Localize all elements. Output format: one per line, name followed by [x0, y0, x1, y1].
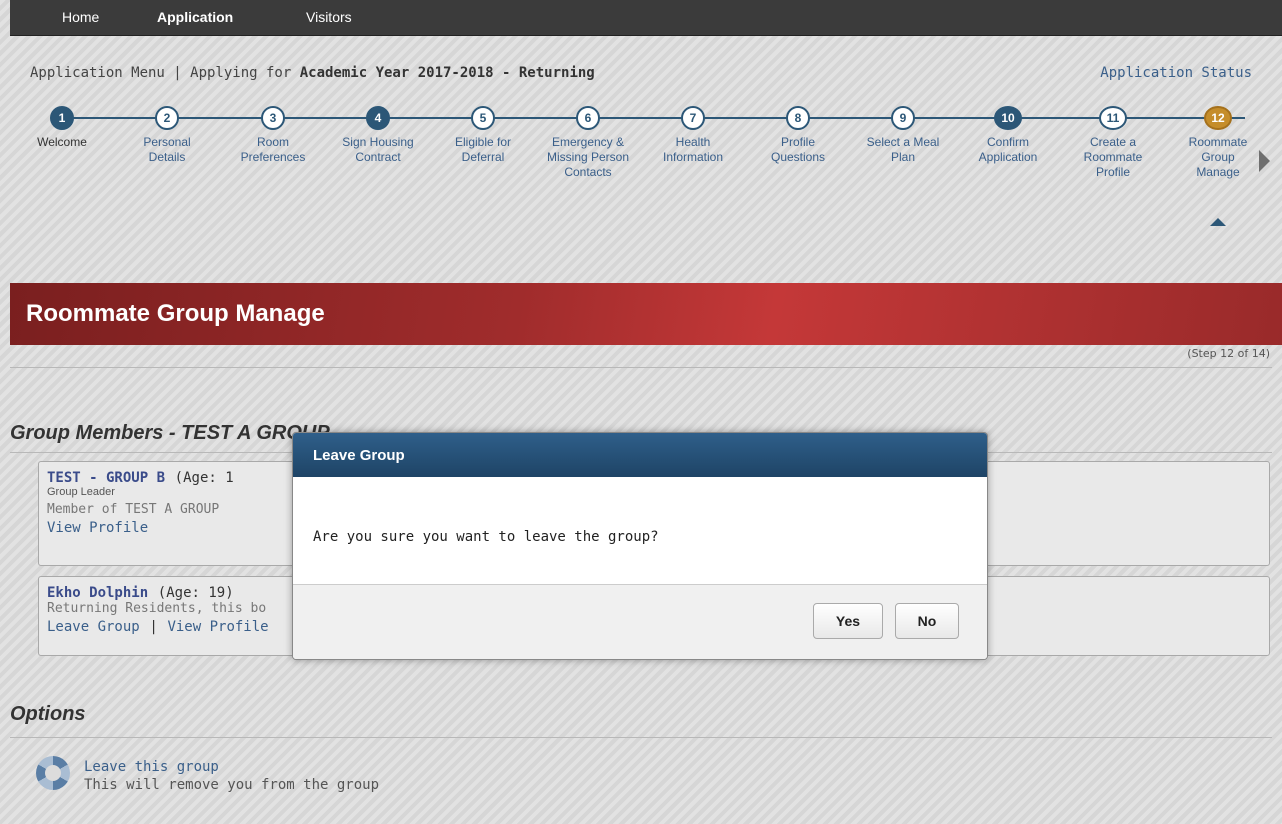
- leave-group-description: This will remove you from the group: [84, 777, 380, 793]
- step-10-label: Confirm Application: [978, 135, 1038, 164]
- member-age: (Age: 19): [157, 585, 234, 601]
- top-nav: Home Application Visitors: [10, 0, 1282, 36]
- step-8-number: 8: [786, 106, 810, 130]
- step-1-label: Welcome: [37, 135, 87, 149]
- yes-button[interactable]: Yes: [813, 603, 883, 639]
- step-12-label: Roommate Group Manage: [1188, 135, 1248, 179]
- options-title: Options: [10, 703, 86, 725]
- divider: [10, 737, 1272, 738]
- view-profile-link[interactable]: View Profile: [47, 520, 148, 536]
- step-9-number: 9: [891, 106, 915, 130]
- step-3-number: 3: [261, 106, 285, 130]
- dialog-message: Are you sure you want to leave the group…: [313, 529, 659, 545]
- step-1-number: 1: [50, 106, 74, 130]
- step-6-number: 6: [576, 106, 600, 130]
- step-6[interactable]: 6 Emergency & Missing Person Contacts: [533, 106, 643, 180]
- step-5[interactable]: 5 Eligible for Deferral: [428, 106, 538, 165]
- academic-year: Academic Year 2017-2018 - Returning: [299, 65, 595, 81]
- leave-group-dialog: Leave Group Are you sure you want to lea…: [292, 432, 988, 660]
- nav-home[interactable]: Home: [62, 9, 99, 25]
- link-separator: |: [149, 619, 158, 635]
- step-2-label: Personal Details: [143, 135, 191, 164]
- step-count: (Step 12 of 14): [1187, 347, 1270, 360]
- leave-this-group-link[interactable]: Leave this group: [84, 759, 219, 775]
- nav-application[interactable]: Application: [157, 9, 233, 25]
- step-4[interactable]: 4 Sign Housing Contract: [323, 106, 433, 165]
- step-9-label: Select a Meal Plan: [866, 135, 940, 164]
- step-8-label: Profile Questions: [770, 135, 826, 164]
- view-profile-link[interactable]: View Profile: [167, 619, 268, 635]
- step-3[interactable]: 3 Room Preferences: [218, 106, 328, 165]
- step-11-number: 11: [1099, 106, 1127, 130]
- application-status-link[interactable]: Application Status: [1100, 65, 1252, 81]
- group-members-title: Group Members - TEST A GROUP: [10, 422, 330, 444]
- nav-visitors[interactable]: Visitors: [306, 9, 352, 25]
- steps-bar: 1 Welcome 2 Personal Details 3 Room Pref…: [10, 92, 1272, 232]
- page-title: Roommate Group Manage: [26, 300, 325, 327]
- step-11[interactable]: 11 Create a Roommate Profile: [1058, 106, 1168, 180]
- step-9[interactable]: 9 Select a Meal Plan: [848, 106, 958, 165]
- member-age: (Age: 1: [174, 470, 234, 486]
- leave-group-link[interactable]: Leave Group: [47, 619, 140, 635]
- step-7-number: 7: [681, 106, 705, 130]
- step-7[interactable]: 7 Health Information: [638, 106, 748, 165]
- step-3-label: Room Preferences: [240, 135, 306, 164]
- step-5-number: 5: [471, 106, 495, 130]
- dialog-header: Leave Group: [293, 433, 987, 477]
- step-12-number: 12: [1204, 106, 1232, 130]
- step-4-label: Sign Housing Contract: [342, 135, 414, 164]
- dialog-title: Leave Group: [313, 447, 405, 464]
- step-8[interactable]: 8 Profile Questions: [743, 106, 853, 165]
- no-button[interactable]: No: [895, 603, 959, 639]
- step-12[interactable]: 12 Roommate Group Manage: [1163, 106, 1273, 180]
- member-name[interactable]: Ekho Dolphin: [47, 585, 148, 601]
- step-5-label: Eligible for Deferral: [454, 135, 512, 164]
- step-6-label: Emergency & Missing Person Contacts: [546, 135, 630, 179]
- steps-next-arrow-icon[interactable]: [1259, 150, 1270, 172]
- step-1[interactable]: 1 Welcome: [7, 106, 117, 150]
- step-11-label: Create a Roommate Profile: [1083, 135, 1143, 179]
- member-name[interactable]: TEST - GROUP B: [47, 470, 165, 486]
- leave-group-icon[interactable]: [36, 756, 70, 790]
- step-4-number: 4: [366, 106, 390, 130]
- step-7-label: Health Information: [662, 135, 724, 164]
- divider: [10, 367, 1272, 368]
- current-step-caret-icon: [1210, 218, 1226, 226]
- application-menu: Application Menu | Applying for Academic…: [30, 65, 595, 81]
- page-banner: Roommate Group Manage: [10, 283, 1282, 345]
- step-10-number: 10: [994, 106, 1022, 130]
- step-2[interactable]: 2 Personal Details: [112, 106, 222, 165]
- dialog-footer: Yes No: [293, 584, 987, 659]
- step-10[interactable]: 10 Confirm Application: [953, 106, 1063, 165]
- step-2-number: 2: [155, 106, 179, 130]
- application-menu-prefix: Application Menu | Applying for: [30, 65, 300, 81]
